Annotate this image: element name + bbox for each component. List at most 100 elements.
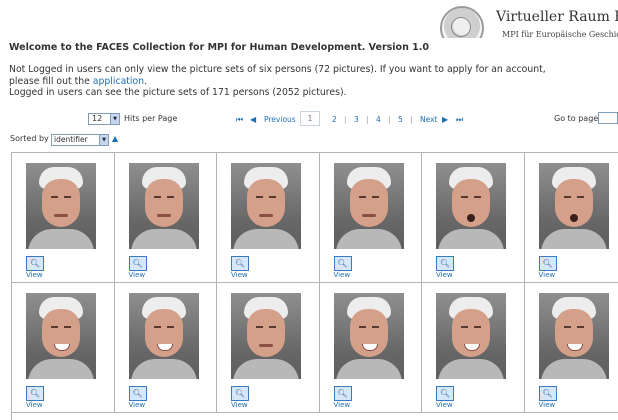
face-photo[interactable] (539, 293, 609, 379)
result-card: 🔍︎View (320, 283, 423, 413)
view-link[interactable]: View (129, 271, 146, 279)
eye (269, 196, 276, 198)
face-photo[interactable] (334, 163, 404, 249)
shirt (438, 359, 504, 379)
zoom-icon[interactable]: 🔍︎ (436, 256, 454, 271)
logo-subtitle: MPI für Europäische Geschichte der Wisse… (502, 30, 618, 38)
dropdown-arrow-icon[interactable]: ▼ (99, 135, 108, 145)
zoom-icon[interactable]: 🔍︎ (26, 386, 44, 401)
face-photo[interactable] (129, 163, 199, 249)
view-link[interactable]: View (231, 401, 248, 409)
logo-title: Virtueller Raum Reich (496, 9, 618, 25)
page-5[interactable]: 5 (398, 115, 403, 124)
mouth (157, 344, 173, 351)
zoom-icon[interactable]: 🔍︎ (129, 256, 147, 271)
face-photo[interactable] (231, 293, 301, 379)
zoom-icon[interactable]: 🔍︎ (129, 386, 147, 401)
view-link[interactable]: View (26, 271, 43, 279)
shirt (28, 359, 94, 379)
eye (359, 326, 366, 328)
view-link[interactable]: View (231, 271, 248, 279)
sort-ascending-icon[interactable]: ▲ (112, 134, 118, 143)
mouth (570, 214, 578, 222)
result-card: 🔍︎View (525, 153, 618, 283)
page-1[interactable]: 1 (300, 111, 320, 126)
eye (461, 196, 468, 198)
view-link[interactable]: View (436, 401, 453, 409)
mouth (157, 214, 171, 217)
zoom-icon[interactable]: 🔍︎ (334, 386, 352, 401)
mouth (259, 214, 273, 217)
face-photo[interactable] (539, 163, 609, 249)
zoom-icon[interactable]: 🔍︎ (539, 256, 557, 271)
eye (51, 196, 58, 198)
result-card: 🔍︎View (12, 283, 115, 413)
face (452, 309, 490, 357)
view-link[interactable]: View (539, 401, 556, 409)
zoom-icon[interactable]: 🔍︎ (231, 386, 249, 401)
next-link[interactable]: Next (420, 115, 437, 124)
face-photo[interactable] (436, 163, 506, 249)
eye (372, 196, 379, 198)
face-photo[interactable] (129, 293, 199, 379)
results-grid: 🔍︎View🔍︎View🔍︎View🔍︎View🔍︎View🔍︎View🔍︎Vi… (11, 152, 618, 420)
page-4[interactable]: 4 (376, 115, 381, 124)
result-card: 🔍︎View (217, 283, 320, 413)
face (247, 309, 285, 357)
shirt (336, 229, 402, 249)
goto-page-label: Go to page (554, 114, 598, 123)
application-link[interactable]: application (93, 76, 144, 87)
dropdown-arrow-icon[interactable]: ▼ (110, 114, 119, 124)
face-photo[interactable] (26, 163, 96, 249)
eye (577, 326, 584, 328)
face (555, 309, 593, 357)
view-link[interactable]: View (129, 401, 146, 409)
sort-field-select[interactable]: identifier ▼ (51, 134, 109, 146)
eye (474, 326, 481, 328)
eye (372, 326, 379, 328)
zoom-icon[interactable]: 🔍︎ (231, 256, 249, 271)
face (145, 179, 183, 227)
eye (564, 196, 571, 198)
shirt (28, 229, 94, 249)
eye (256, 196, 263, 198)
view-link[interactable]: View (436, 271, 453, 279)
goto-page-input[interactable] (598, 112, 618, 124)
view-link[interactable]: View (26, 401, 43, 409)
page-3[interactable]: 3 (354, 115, 359, 124)
shirt (233, 359, 299, 379)
view-link[interactable]: View (334, 401, 351, 409)
mouth (464, 344, 480, 351)
page-separator: | (410, 115, 413, 124)
result-card: 🔍︎View (422, 153, 525, 283)
face (350, 179, 388, 227)
previous-icon[interactable]: ◀ (250, 115, 256, 124)
last-page-icon[interactable]: ⏭ (456, 115, 463, 125)
face-photo[interactable] (334, 293, 404, 379)
shirt (131, 359, 197, 379)
face-photo[interactable] (26, 293, 96, 379)
hits-per-page-select[interactable]: 12 ▼ (88, 113, 120, 125)
zoom-icon[interactable]: 🔍︎ (436, 386, 454, 401)
zoom-icon[interactable]: 🔍︎ (334, 256, 352, 271)
face (350, 309, 388, 357)
view-link[interactable]: View (334, 271, 351, 279)
sorted-by-label: Sorted by (10, 134, 49, 143)
face-photo[interactable] (436, 293, 506, 379)
shirt (233, 229, 299, 249)
zoom-icon[interactable]: 🔍︎ (26, 256, 44, 271)
previous-link[interactable]: Previous (264, 115, 296, 124)
face (452, 179, 490, 227)
view-link[interactable]: View (539, 271, 556, 279)
page-2[interactable]: 2 (332, 115, 337, 124)
mouth (362, 344, 378, 351)
intro-line1: Not Logged in users can only view the pi… (9, 64, 546, 87)
zoom-icon[interactable]: 🔍︎ (539, 386, 557, 401)
first-page-icon[interactable]: ⏮ (236, 115, 243, 125)
result-card: 🔍︎View (525, 283, 618, 413)
eye (461, 326, 468, 328)
result-card: 🔍︎View (217, 153, 320, 283)
eye (154, 196, 161, 198)
next-icon[interactable]: ▶ (442, 115, 448, 124)
face-photo[interactable] (231, 163, 301, 249)
